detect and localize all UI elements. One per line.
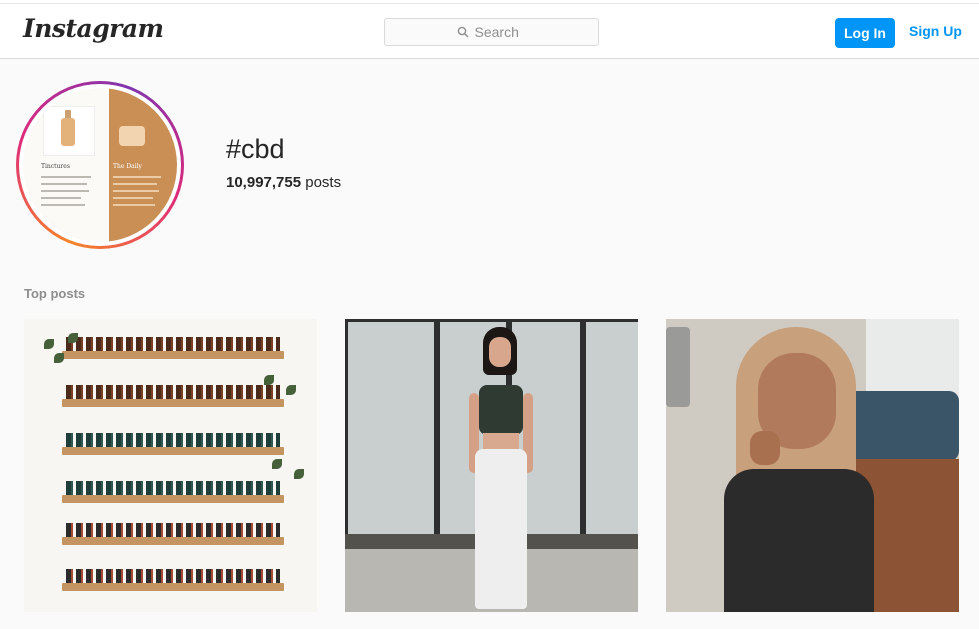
- top-posts-heading: Top posts: [24, 286, 86, 301]
- log-in-button[interactable]: Log In: [835, 18, 895, 48]
- sign-up-link[interactable]: Sign Up: [909, 23, 962, 39]
- top-post-3[interactable]: [666, 319, 959, 612]
- avatar-label-the-daily: The Daily: [113, 163, 142, 170]
- instagram-logo[interactable]: Instagram: [23, 14, 164, 43]
- tincture-bottle-icon: [61, 118, 75, 146]
- avatar-label-tinctures: Tinctures: [41, 163, 70, 170]
- plant-icon: [44, 339, 54, 349]
- hashtag-avatar-image: Tinctures The Daily: [23, 88, 177, 242]
- jar-icon: [119, 126, 145, 146]
- hashtag-title: #cbd: [226, 134, 285, 164]
- top-post-1[interactable]: [24, 319, 317, 612]
- search-icon: [457, 26, 468, 38]
- top-navigation-bar: Instagram Log In Sign Up: [0, 4, 979, 59]
- hashtag-avatar: Tinctures The Daily: [16, 81, 184, 249]
- search-input[interactable]: [474, 24, 527, 40]
- top-post-2[interactable]: [345, 319, 638, 612]
- search-box[interactable]: [384, 18, 599, 46]
- post-count: 10,997,755 posts: [226, 174, 341, 191]
- post-count-number: 10,997,755: [226, 174, 302, 191]
- post-count-suffix: posts: [301, 174, 342, 191]
